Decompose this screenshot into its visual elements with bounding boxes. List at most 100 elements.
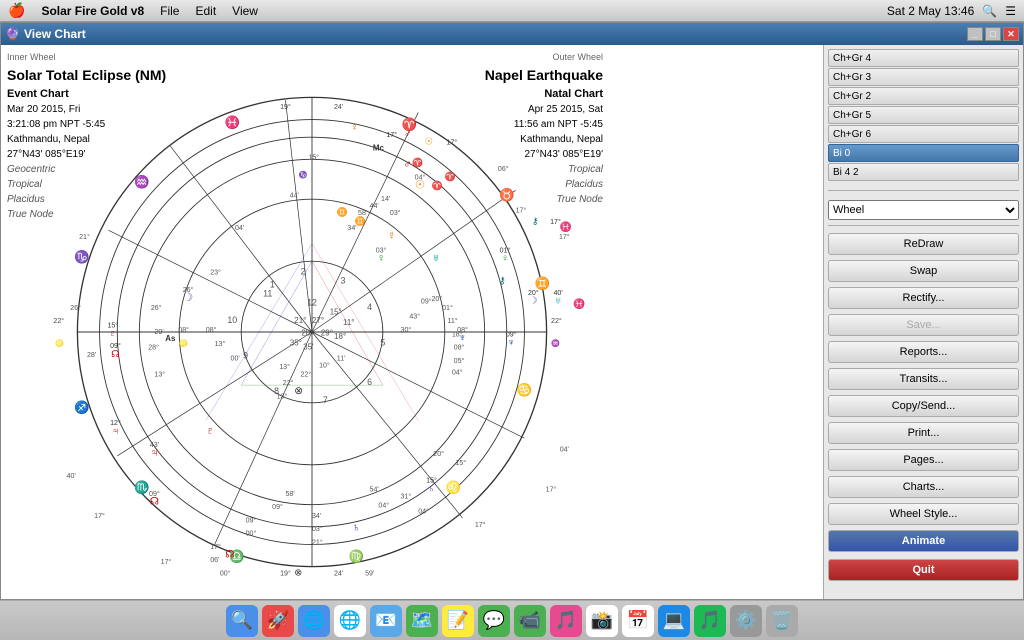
- dock-maps[interactable]: 🗺️: [406, 605, 438, 637]
- dock-notes[interactable]: 📝: [442, 605, 474, 637]
- svg-text:6: 6: [367, 377, 372, 387]
- dock-facetime[interactable]: 📹: [514, 605, 546, 637]
- window-controls[interactable]: _ □ ✕: [967, 27, 1019, 41]
- save-button[interactable]: Save...: [828, 314, 1019, 336]
- svg-text:♒: ♒: [134, 174, 149, 189]
- svg-text:17°: 17°: [475, 521, 486, 529]
- svg-text:♓: ♓: [560, 221, 572, 233]
- svg-text:00°: 00°: [246, 530, 257, 538]
- svg-text:03°: 03°: [390, 209, 401, 217]
- dock-systemprefs[interactable]: ⚙️: [730, 605, 762, 637]
- ch-gr4-button[interactable]: Ch+Gr 4: [828, 49, 1019, 67]
- svg-text:17°: 17°: [546, 485, 557, 493]
- svg-text:15°: 15°: [330, 307, 342, 316]
- transits-button[interactable]: Transits...: [828, 368, 1019, 390]
- dock-launchpad[interactable]: 🚀: [262, 605, 294, 637]
- app-menu-name[interactable]: Solar Fire Gold v8: [41, 4, 144, 18]
- svg-text:♓: ♓: [225, 115, 240, 130]
- svg-text:♈: ♈: [412, 157, 423, 168]
- svg-text:☿: ☿: [351, 122, 358, 133]
- svg-text:10: 10: [227, 315, 237, 325]
- svg-text:28°: 28°: [148, 344, 159, 352]
- right-panel: Ch+Gr 4 Ch+Gr 3 Ch+Gr 2 Ch+Gr 5 Ch+Gr 6 …: [823, 45, 1023, 599]
- svg-text:08°: 08°: [206, 326, 217, 334]
- apple-menu[interactable]: 🍎: [8, 2, 25, 19]
- charts-button[interactable]: Charts...: [828, 476, 1019, 498]
- svg-text:04°: 04°: [452, 368, 463, 376]
- svg-text:☽: ☽: [529, 296, 538, 307]
- svg-text:♄: ♄: [428, 483, 435, 494]
- search-icon[interactable]: 🔍: [982, 4, 997, 18]
- dock-finder[interactable]: 🔍: [226, 605, 258, 637]
- svg-text:☿: ☿: [388, 230, 396, 242]
- separator-2: [828, 225, 1019, 226]
- svg-text:34': 34': [312, 512, 321, 520]
- view-menu[interactable]: View: [232, 4, 258, 18]
- ch-gr2-button[interactable]: Ch+Gr 2: [828, 87, 1019, 105]
- minimize-button[interactable]: _: [967, 27, 983, 41]
- quit-button[interactable]: Quit: [828, 559, 1019, 581]
- wheel-selector[interactable]: Wheel Grid List: [828, 200, 1019, 220]
- dock-skype[interactable]: 💻: [658, 605, 690, 637]
- svg-text:5: 5: [380, 337, 385, 347]
- svg-text:21°: 21°: [79, 233, 90, 241]
- svg-text:♌: ♌: [179, 338, 188, 347]
- ch-gr6-button[interactable]: Ch+Gr 6: [828, 125, 1019, 143]
- svg-text:♇: ♇: [109, 328, 116, 339]
- svg-text:♂: ♂: [404, 129, 411, 140]
- dock-trash[interactable]: 🗑️: [766, 605, 798, 637]
- svg-text:4: 4: [367, 302, 372, 312]
- svg-text:21°: 21°: [294, 316, 306, 325]
- svg-text:1: 1: [270, 280, 275, 290]
- dock-mail[interactable]: 📧: [370, 605, 402, 637]
- svg-text:♌: ♌: [55, 338, 64, 347]
- edit-menu[interactable]: Edit: [195, 4, 216, 18]
- svg-text:29°: 29°: [321, 329, 333, 338]
- swap-button[interactable]: Swap: [828, 260, 1019, 282]
- dock-safari[interactable]: 🌐: [298, 605, 330, 637]
- print-button[interactable]: Print...: [828, 422, 1019, 444]
- dock-calendar[interactable]: 📅: [622, 605, 654, 637]
- svg-text:17°: 17°: [94, 512, 105, 520]
- svg-text:24': 24': [334, 569, 343, 577]
- svg-text:20°: 20°: [433, 450, 444, 458]
- svg-text:23°: 23°: [210, 268, 221, 276]
- dock-chrome[interactable]: 🌐: [334, 605, 366, 637]
- wheelstyle-button[interactable]: Wheel Style...: [828, 503, 1019, 525]
- redraw-button[interactable]: ReDraw: [828, 233, 1019, 255]
- svg-text:20°: 20°: [528, 289, 539, 297]
- svg-text:9: 9: [243, 351, 248, 361]
- svg-text:♆: ♆: [508, 337, 515, 348]
- bi42-button[interactable]: Bi 4 2: [828, 163, 1019, 181]
- menu-icon[interactable]: ☰: [1005, 4, 1016, 18]
- restore-button[interactable]: □: [985, 27, 1001, 41]
- svg-text:28': 28': [87, 351, 96, 359]
- svg-text:19°: 19°: [280, 103, 291, 111]
- bi0-button[interactable]: Bi 0: [828, 144, 1019, 162]
- dock-spotify[interactable]: 🎵: [694, 605, 726, 637]
- reports-button[interactable]: Reports...: [828, 341, 1019, 363]
- svg-text:09°: 09°: [149, 490, 160, 498]
- clock: Sat 2 May 13:46: [887, 4, 974, 18]
- dock-itunes[interactable]: 🎵: [550, 605, 582, 637]
- svg-text:17°: 17°: [210, 543, 221, 551]
- svg-text:12: 12: [307, 297, 317, 307]
- svg-text:21°: 21°: [312, 538, 323, 546]
- svg-text:22°: 22°: [300, 370, 311, 378]
- close-button[interactable]: ✕: [1003, 27, 1019, 41]
- copysend-button[interactable]: Copy/Send...: [828, 395, 1019, 417]
- svg-text:♏: ♏: [134, 479, 149, 494]
- svg-text:10°: 10°: [319, 361, 330, 369]
- file-menu[interactable]: File: [160, 4, 179, 18]
- pages-button[interactable]: Pages...: [828, 449, 1019, 471]
- dock-photos[interactable]: 📸: [586, 605, 618, 637]
- svg-text:7: 7: [323, 395, 328, 405]
- animate-button[interactable]: Animate: [828, 530, 1019, 552]
- svg-text:2: 2: [301, 266, 306, 276]
- ch-gr5-button[interactable]: Ch+Gr 5: [828, 106, 1019, 124]
- rectify-button[interactable]: Rectify...: [828, 287, 1019, 309]
- wheel-dropdown[interactable]: Wheel Grid List: [828, 200, 1019, 220]
- dock-messages[interactable]: 💬: [478, 605, 510, 637]
- svg-text:17°: 17°: [516, 206, 527, 214]
- ch-gr3-button[interactable]: Ch+Gr 3: [828, 68, 1019, 86]
